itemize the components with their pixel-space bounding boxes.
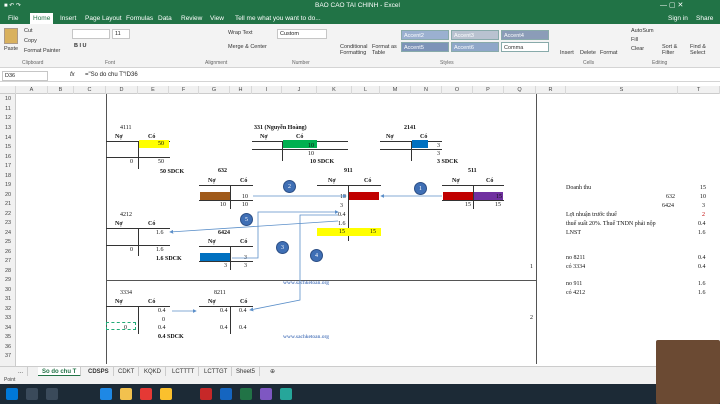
chrome-icon[interactable]	[160, 388, 172, 400]
entry-debit-8211-value[interactable]: 0.4	[698, 254, 706, 262]
cost-6424-label: 6424	[662, 203, 674, 209]
entry-debit-911-value[interactable]: 1.6	[698, 280, 706, 288]
status-mode: Point	[4, 377, 16, 383]
marker-1: 1	[530, 264, 533, 270]
pretax-profit-value[interactable]: 2	[702, 211, 705, 219]
task-view-icon[interactable]	[46, 388, 58, 400]
cost-632-label: 632	[666, 194, 675, 200]
entry-debit-8211: no 8211	[566, 255, 586, 261]
flow-arrows	[169, 194, 442, 313]
net-profit-label: LNST	[566, 230, 581, 236]
excel-icon[interactable]	[240, 388, 252, 400]
webcam-overlay	[656, 340, 720, 404]
sheet-grid: 4111 Nợ Có 50 0 50 50 SDCK 331 (Nguyễn H…	[0, 0, 720, 366]
step-circle: 5	[240, 213, 253, 226]
entry-credit-4212-value[interactable]: 1.6	[698, 289, 706, 297]
entry-credit-3334-value[interactable]: 0.4	[698, 263, 706, 271]
word-icon[interactable]	[220, 388, 232, 400]
taskbar	[0, 340, 720, 404]
app-icon[interactable]	[260, 388, 272, 400]
revenue-label: Doanh thu	[566, 185, 592, 191]
cost-6424-value[interactable]: 3	[702, 202, 705, 210]
edge-icon[interactable]	[100, 388, 112, 400]
entry-credit-3334: có 3334	[566, 264, 586, 270]
revenue-value[interactable]: 15	[700, 184, 706, 192]
app-icon[interactable]	[280, 388, 292, 400]
tax-label: thuế suất 20%. Thuế TNDN phải nộp	[566, 221, 656, 227]
step-circle: 3	[276, 241, 289, 254]
step-circle: 2	[283, 180, 296, 193]
windows-start-icon[interactable]	[6, 388, 18, 400]
arrow-5	[169, 220, 339, 234]
search-icon[interactable]	[26, 388, 38, 400]
pretax-profit-label: Lợi nhuận trước thuế	[566, 212, 617, 218]
sheet-tabs: ... So do chu T CDSPS CDKT KQKD LCTTTT L…	[0, 366, 720, 377]
entry-credit-4212: có 4212	[566, 290, 586, 296]
arrow-4	[249, 214, 338, 312]
step-circle: 4	[310, 249, 323, 262]
file-explorer-icon[interactable]	[120, 388, 132, 400]
cost-632-value[interactable]: 10	[700, 193, 706, 201]
net-profit-value[interactable]: 1.6	[698, 229, 706, 237]
marker-2: 2	[530, 315, 533, 321]
step-circle: 1	[414, 182, 427, 195]
app-icon[interactable]	[140, 388, 152, 400]
powerpoint-icon[interactable]	[200, 388, 212, 400]
tax-value[interactable]: 0.4	[698, 220, 706, 228]
entry-debit-911: no 911	[566, 281, 583, 287]
status-bar: Point	[0, 376, 720, 384]
